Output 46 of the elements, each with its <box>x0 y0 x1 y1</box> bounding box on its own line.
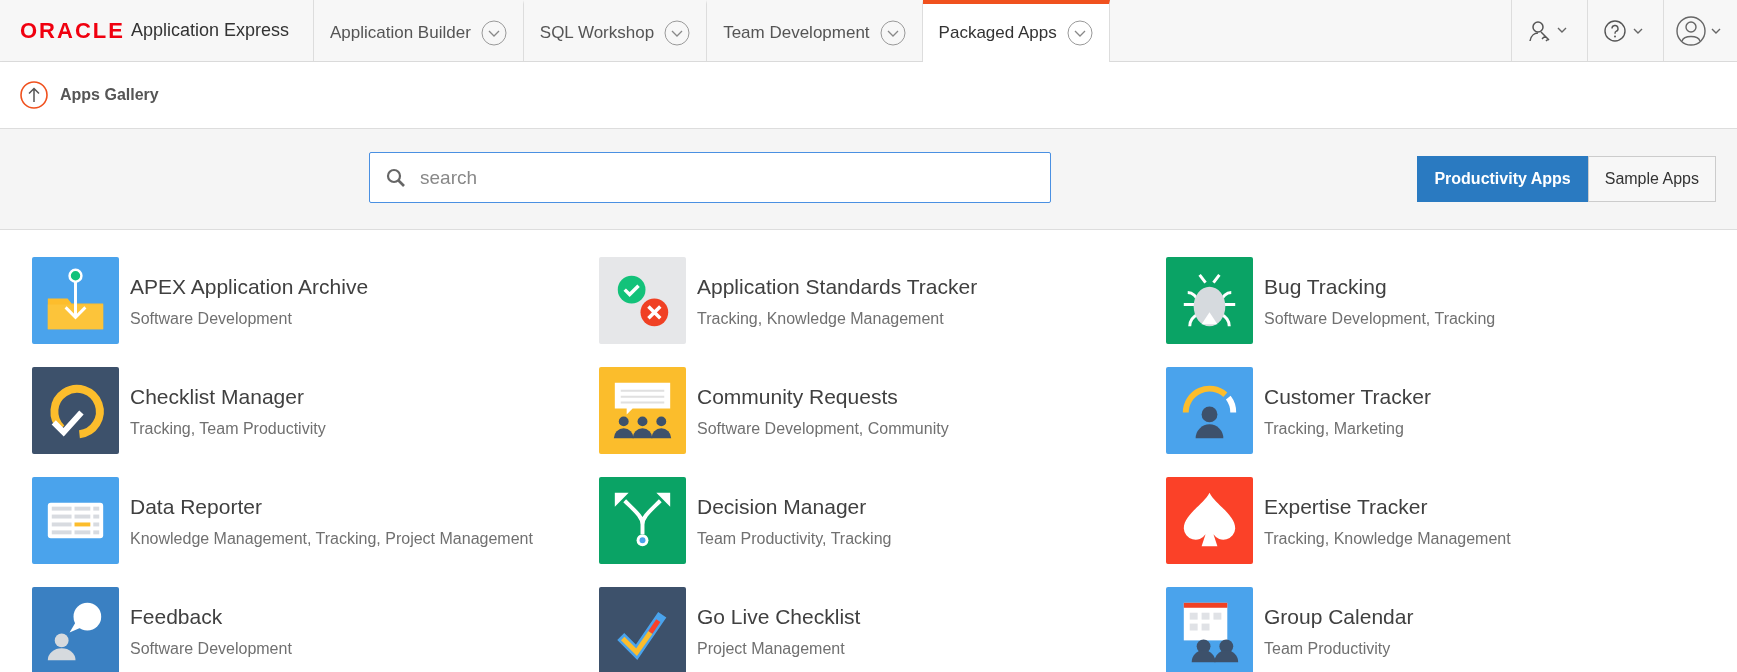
chevron-down-icon <box>879 19 906 46</box>
app-name[interactable]: APEX Application Archive <box>130 275 369 299</box>
app-categories: Knowledge Management, Tracking, Project Management <box>130 530 533 548</box>
filter-button[interactable]: Sample Apps <box>1587 156 1716 202</box>
app-categories: Tracking, Marketing <box>1264 420 1405 438</box>
oracle-logo: ORACLE <box>20 17 125 44</box>
product-name: Application Express <box>130 20 289 41</box>
app-categories: Project Management <box>697 640 846 658</box>
chevron-down-icon <box>664 19 691 46</box>
app-categories: Software Development, Community <box>697 420 949 438</box>
app-categories: Software Development <box>130 310 293 328</box>
app-categories: Tracking, Knowledge Management <box>1264 530 1511 548</box>
app-categories: Team Productivity <box>1264 640 1392 658</box>
bug-icon[interactable] <box>1166 257 1253 344</box>
app-name[interactable]: Checklist Manager <box>130 385 326 409</box>
app-name[interactable]: Community Requests <box>697 385 949 409</box>
chat-group-icon[interactable] <box>599 367 686 454</box>
app-name[interactable]: Feedback <box>130 605 292 629</box>
app-categories: Software Development <box>130 640 292 658</box>
checkmark-icon[interactable] <box>599 587 686 672</box>
app-categories: Tracking, Team Productivity <box>130 420 326 438</box>
page-title: Apps Gallery <box>60 86 159 104</box>
table-icon[interactable] <box>32 477 119 564</box>
app-name[interactable]: Go Live Checklist <box>697 605 861 629</box>
person-gauge-icon[interactable] <box>1166 367 1253 454</box>
app-name[interactable]: Group Calendar <box>1264 605 1414 629</box>
app-categories: Team Productivity, Tracking <box>697 530 892 548</box>
app-categories: Software Development, Tracking <box>1264 310 1496 328</box>
search-field[interactable]: search <box>369 152 1051 203</box>
app-name[interactable]: Data Reporter <box>130 495 533 519</box>
nav-tab[interactable]: Packaged Apps <box>922 0 1110 62</box>
chevron-down-icon <box>480 19 507 46</box>
filter-button[interactable]: Productivity Apps <box>1417 156 1588 202</box>
app-name[interactable]: Expertise Tracker <box>1264 495 1511 519</box>
app-name[interactable]: Decision Manager <box>697 495 892 519</box>
app-name[interactable]: Customer Tracker <box>1264 385 1431 409</box>
chevron-down-icon <box>1066 20 1093 46</box>
app-categories: Tracking, Knowledge Management <box>697 310 945 328</box>
person-speech-icon[interactable] <box>32 587 119 672</box>
calendar-people-icon[interactable] <box>1166 587 1253 672</box>
app-name[interactable]: Bug Tracking <box>1264 275 1496 299</box>
split-arrows-icon[interactable] <box>599 477 686 564</box>
folder-download-icon[interactable] <box>32 257 119 344</box>
check-cross-icon[interactable] <box>599 257 686 344</box>
app-name[interactable]: Application Standards Tracker <box>697 275 978 299</box>
spade-icon[interactable] <box>1166 477 1253 564</box>
